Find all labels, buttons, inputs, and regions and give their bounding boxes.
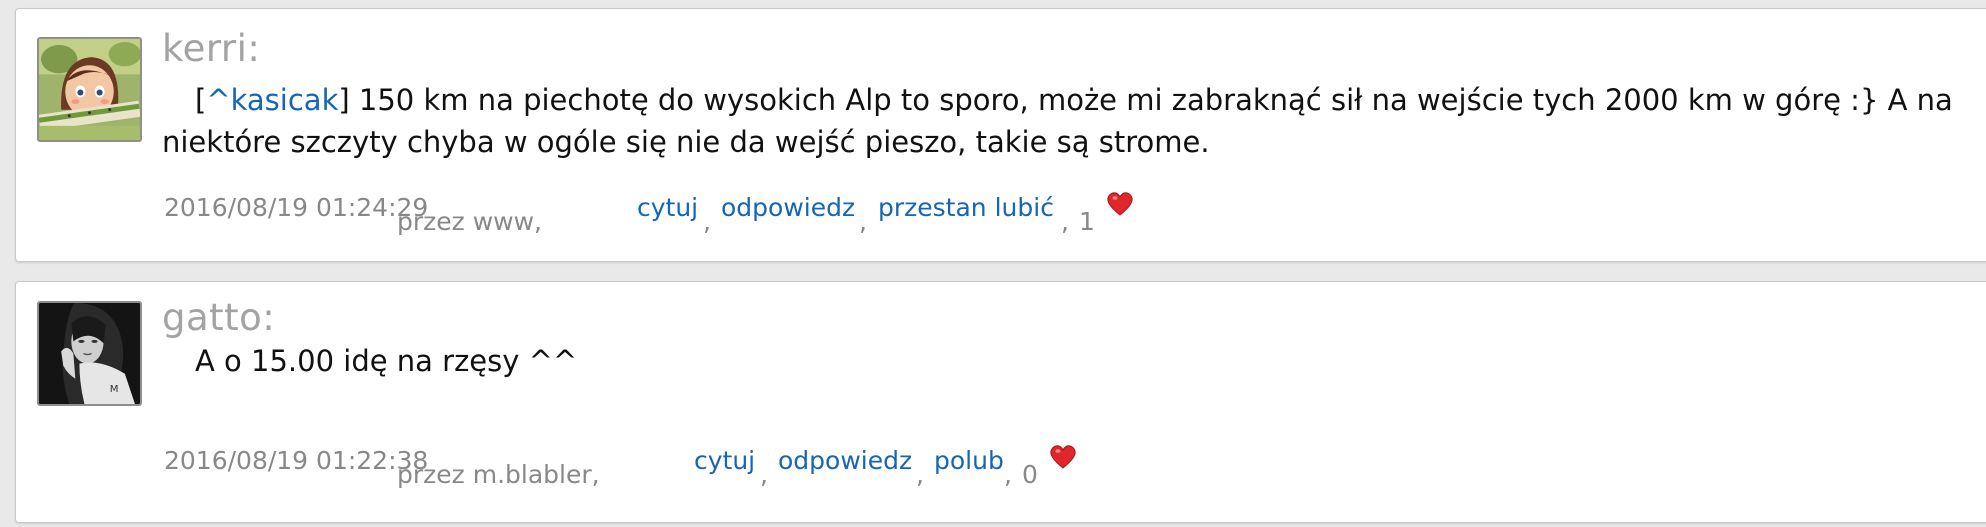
avatar-cartoon-girl-image (39, 39, 140, 140)
reply-link[interactable]: odpowiedz (778, 446, 912, 475)
mention-link[interactable]: ^kasicak (206, 83, 338, 117)
like-count: 0 (1022, 460, 1038, 489)
avatar[interactable] (37, 37, 142, 142)
post-text: A o 15.00 idę na rzęsy ^^ (195, 344, 578, 378)
heart-icon[interactable] (1106, 191, 1134, 223)
post-date: 2016/08/19 01:22:38 (164, 446, 429, 475)
separator: , (760, 460, 768, 489)
like-count: 1 (1079, 207, 1095, 236)
separator: , (703, 207, 711, 236)
quote-link[interactable]: cytuj (694, 446, 755, 475)
avatar-bw-photo-image: M (39, 303, 140, 404)
post-feed: kerri: [^kasicak] 150 km na piechotę do … (0, 0, 1986, 527)
separator: , (1061, 207, 1069, 236)
post-source: przez m.blabler, (397, 460, 600, 489)
svg-text:M: M (110, 384, 119, 395)
post-item: M gatto: A o 15.00 idę na rzęsy ^^ 2016/… (15, 281, 1986, 523)
heart-icon[interactable] (1049, 444, 1077, 476)
quote-bracket-open: [ (195, 83, 207, 117)
post-body: A o 15.00 idę na rzęsy ^^ (162, 340, 1986, 382)
like-link[interactable]: polub (934, 446, 1004, 475)
post-author[interactable]: gatto: (162, 296, 275, 339)
separator: , (916, 460, 924, 489)
avatar[interactable]: M (37, 301, 142, 406)
separator: , (859, 207, 867, 236)
post-text: ] 150 km na piechotę do wysokich Alp to … (162, 83, 1953, 159)
post-date: 2016/08/19 01:24:29 (164, 193, 429, 222)
unlike-link[interactable]: przestan lubić (878, 193, 1054, 222)
post-body: [^kasicak] 150 km na piechotę do wysokic… (162, 79, 1986, 163)
separator: , (1004, 460, 1012, 489)
reply-link[interactable]: odpowiedz (721, 193, 855, 222)
post-item: kerri: [^kasicak] 150 km na piechotę do … (15, 8, 1986, 262)
post-author[interactable]: kerri: (162, 27, 260, 70)
quote-link[interactable]: cytuj (637, 193, 698, 222)
post-source: przez www, (397, 207, 543, 236)
